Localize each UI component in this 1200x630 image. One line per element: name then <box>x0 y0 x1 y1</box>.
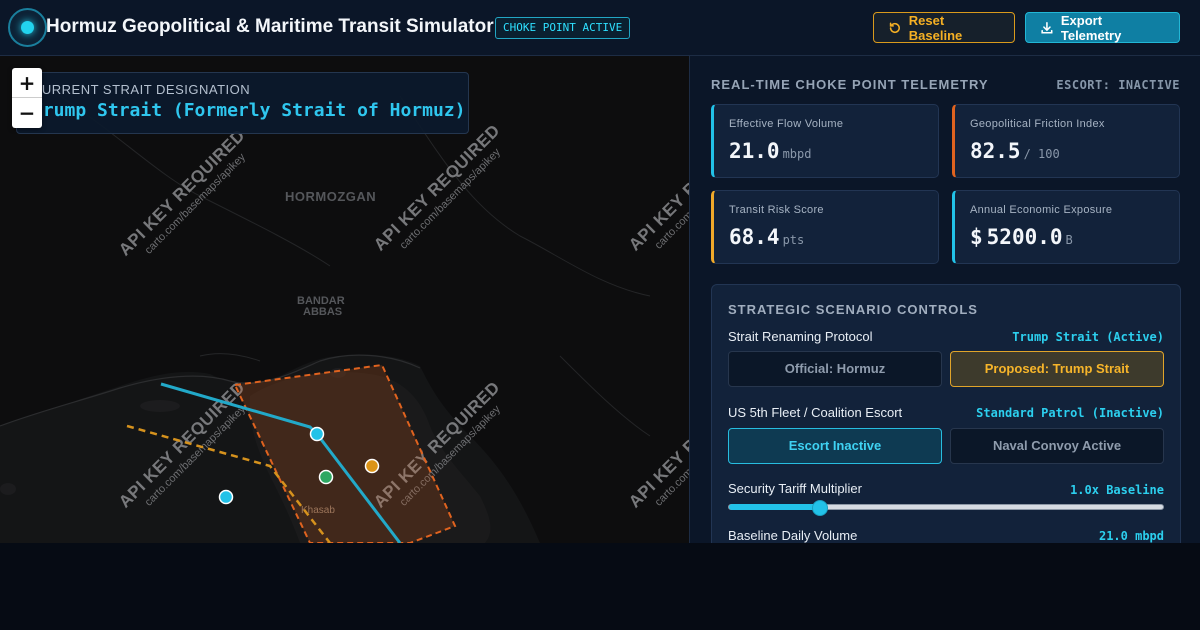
vessel-marker-orange[interactable] <box>364 458 380 474</box>
metric-unit: mbpd <box>782 147 812 161</box>
option-official-hormuz[interactable]: Official: Hormuz <box>728 351 942 387</box>
reset-baseline-button[interactable]: Reset Baseline <box>873 12 1015 43</box>
option-naval-convoy[interactable]: Naval Convoy Active <box>950 428 1164 464</box>
zoom-control: + − <box>12 68 42 128</box>
radar-logo-icon <box>8 8 47 47</box>
zoom-in-button[interactable]: + <box>12 68 42 98</box>
designation-label: CURRENT STRAIT DESIGNATION <box>32 82 251 97</box>
export-telemetry-label: Export Telemetry <box>1060 12 1122 43</box>
tariff-slider-fill <box>729 504 821 510</box>
metric-prefix: $ <box>970 225 983 249</box>
metric-card-exposure: Annual Economic Exposure $5200.0 B <box>952 190 1180 264</box>
metric-card-risk: Transit Risk Score 68.4 pts <box>711 190 939 264</box>
tariff-value: 1.0x Baseline <box>1070 483 1164 497</box>
escort-status: ESCORT: INACTIVE <box>1056 78 1180 92</box>
tariff-slider-thumb[interactable] <box>812 500 829 516</box>
app-title: Hormuz Geopolitical & Maritime Transit S… <box>46 16 494 37</box>
download-icon <box>1041 21 1053 34</box>
zoom-out-button[interactable]: − <box>12 98 42 128</box>
strait-designation-panel: CURRENT STRAIT DESIGNATION Trump Strait … <box>16 72 469 134</box>
vessel-marker-cyan-west[interactable] <box>218 489 234 505</box>
metric-label: Transit Risk Score <box>729 204 824 216</box>
metric-label: Annual Economic Exposure <box>970 204 1113 216</box>
vessel-marker-cyan[interactable] <box>309 426 325 442</box>
metric-label: Geopolitical Friction Index <box>970 118 1105 130</box>
metric-unit: / 100 <box>1023 147 1060 161</box>
option-escort-inactive[interactable]: Escort Inactive <box>728 428 942 464</box>
strait-map[interactable]: HORMOZGAN BANDAR ABBAS Khasab API KEY RE… <box>0 56 689 543</box>
metric-unit: B <box>1065 233 1073 247</box>
telemetry-panel: REAL-TIME CHOKE POINT TELEMETRY ESCORT: … <box>689 56 1200 543</box>
option-proposed-trump-strait[interactable]: Proposed: Trump Strait <box>950 351 1164 387</box>
metric-value: 21.0 <box>729 139 780 163</box>
renaming-label: Strait Renaming Protocol <box>728 329 873 344</box>
tariff-label: Security Tariff Multiplier <box>728 481 862 496</box>
choke-zone-polygon[interactable] <box>233 363 457 543</box>
scenario-controls: STRATEGIC SCENARIO CONTROLS Strait Renam… <box>711 284 1181 543</box>
metric-value: 5200.0 <box>986 225 1063 249</box>
escort-label: US 5th Fleet / Coalition Escort <box>728 405 903 420</box>
telemetry-title: REAL-TIME CHOKE POINT TELEMETRY <box>711 77 989 92</box>
reset-icon <box>889 21 900 33</box>
metric-value: 68.4 <box>729 225 780 249</box>
metric-unit: pts <box>782 233 805 247</box>
reset-baseline-label: Reset Baseline <box>908 12 963 43</box>
metric-label: Effective Flow Volume <box>729 118 844 130</box>
controls-title: STRATEGIC SCENARIO CONTROLS <box>728 302 978 317</box>
status-badge: CHOKE POINT ACTIVE <box>495 17 631 39</box>
metric-value: 82.5 <box>970 139 1021 163</box>
metric-card-friction: Geopolitical Friction Index 82.5/ 100 <box>952 104 1180 178</box>
top-bar: Hormuz Geopolitical & Maritime Transit S… <box>0 0 1200 56</box>
volume-label: Baseline Daily Volume <box>728 528 858 543</box>
renaming-value: Trump Strait (Active) <box>1012 330 1164 344</box>
metric-card-flow: Effective Flow Volume 21.0 mbpd <box>711 104 939 178</box>
designation-value: Trump Strait (Formerly Strait of Hormuz) <box>32 100 466 121</box>
volume-value: 21.0 mbpd <box>1098 529 1164 543</box>
export-telemetry-button[interactable]: Export Telemetry <box>1025 12 1180 43</box>
escort-value: Standard Patrol (Inactive) <box>976 406 1164 420</box>
vessel-marker-green[interactable] <box>318 469 334 485</box>
tariff-slider[interactable] <box>728 500 1164 516</box>
